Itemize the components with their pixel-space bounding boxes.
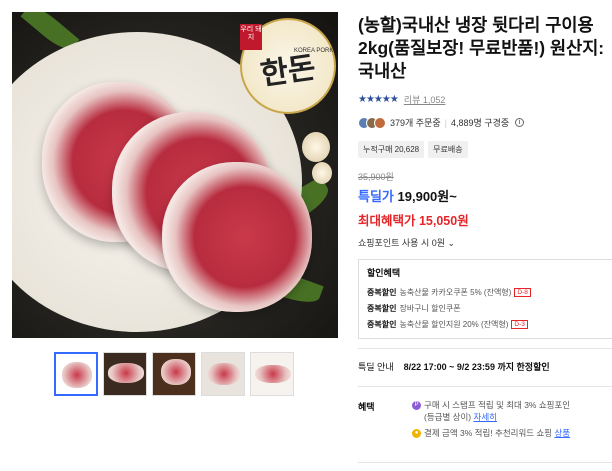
discount-text: 농축산물 할인지원 20% (잔액형) (399, 320, 509, 329)
discount-row: 중복할인 장바구니 할인쿠폰 (367, 303, 611, 314)
benefit-text: 구매 시 스탬프 적립 및 최대 3% 쇼핑포인 (424, 400, 571, 410)
chevron-down-icon: ⌄ (447, 238, 456, 248)
garlic (312, 162, 332, 184)
points-dropdown[interactable]: 쇼핑포인트 사용 시 0원 ⌄ (358, 236, 612, 249)
benefit-label: 혜택 (358, 402, 375, 412)
benefit-line: P 구매 시 스탬프 적립 및 최대 3% 쇼핑포인 (412, 399, 570, 411)
seal-tag: 우리 돼지 (240, 24, 262, 50)
thumbnail-strip (54, 352, 294, 396)
thumbnail-3[interactable] (152, 352, 196, 396)
rating-stars: ★★★★★ (358, 94, 399, 105)
dday-tag: D-3 (511, 320, 528, 329)
badge-row: 누적구매 20,628 무료배송 (358, 141, 612, 158)
cumulative-purchase-badge: 누적구매 20,628 (358, 141, 425, 158)
benefit-line: (등급별 상이) 자세히 (412, 411, 570, 423)
discount-key: 중복할인 (367, 288, 397, 297)
product-main-image: 우리 돼지 한돈 KOREA PORK (12, 12, 338, 338)
discount-row: 중복할인 농축산물 카카오쿠폰 5% (잔액형) D-8 (367, 287, 611, 298)
seal-subtext: KOREA PORK (294, 48, 334, 54)
benefit-text: 결제 금액 3% 적립! 추천리워드 쇼핑 (424, 428, 555, 438)
buyer-avatars (358, 116, 386, 129)
discount-key: 중복할인 (367, 320, 397, 329)
benefit-details: P 구매 시 스탬프 적립 및 최대 3% 쇼핑포인 (등급별 상이) 자세히 ●… (412, 399, 570, 439)
sale-price: 19,900원~ (397, 189, 457, 204)
reward-coin-icon: ● (412, 429, 421, 439)
discount-row: 중복할인 농축산물 할인지원 20% (잔액형) D-3 (367, 319, 611, 330)
benefit-line: ● 결제 금액 3% 적립! 추천리워드 쇼핑 상품 (412, 427, 570, 439)
points-label: 쇼핑포인트 사용 시 0원 (358, 238, 446, 248)
dday-tag: D-8 (514, 288, 531, 297)
product-info: (농할)국내산 냉장 뒷다리 구이용2kg(품질보장! 무료반품!) 원산지: … (358, 14, 612, 339)
product-title: (농할)국내산 냉장 뒷다리 구이용2kg(품질보장! 무료반품!) 원산지: … (358, 15, 605, 81)
sale-label: 특딜가 (358, 189, 394, 204)
stats-row: 379개 주문중 | 4,889명 구경중 i (358, 116, 612, 129)
deal-period: 8/22 17:00 ~ 9/2 23:59 까지 한정할인 (403, 362, 550, 372)
sale-price-row: 특딜가 19,900원~ (358, 186, 612, 205)
thumbnail-1[interactable] (54, 352, 98, 396)
free-shipping-badge: 무료배송 (428, 141, 468, 158)
best-price: 최대혜택가 15,050원 (358, 214, 469, 228)
divider (358, 386, 612, 387)
thumbnail-5[interactable] (250, 352, 294, 396)
discount-text: 농축산물 카카오쿠폰 5% (잔액형) (399, 288, 512, 297)
avatar (374, 116, 386, 129)
reward-link[interactable]: 상품 (554, 428, 570, 438)
discount-header: 할인혜택 (367, 268, 401, 278)
thumbnail-2[interactable] (103, 352, 147, 396)
divider (358, 462, 612, 463)
deal-info-row: 특딜 안내 8/22 17:00 ~ 9/2 23:59 까지 한정할인 (358, 360, 550, 373)
info-icon[interactable]: i (515, 118, 525, 127)
viewer-count: 4,889명 구경중 (450, 118, 510, 128)
original-price: 35,900원 (358, 172, 394, 182)
order-count: 379개 주문중 (390, 118, 441, 128)
discount-key: 중복할인 (367, 304, 397, 313)
detail-link[interactable]: 자세히 (474, 412, 497, 422)
rating-row: ★★★★★ 리뷰 1,052 (358, 93, 612, 106)
separator: | (444, 117, 447, 128)
garlic (302, 132, 330, 162)
pork-slice (162, 162, 312, 312)
discount-text: 장바구니 할인쿠폰 (399, 304, 461, 313)
benefit-text: (등급별 상이) (424, 412, 472, 422)
discount-box: 할인혜택 중복할인 농축산물 카카오쿠폰 5% (잔액형) D-8 중복할인 장… (358, 259, 612, 339)
review-link[interactable]: 리뷰 1,052 (404, 93, 446, 106)
thumbnail-4[interactable] (201, 352, 245, 396)
deal-label: 특딜 안내 (358, 362, 394, 372)
point-coin-icon: P (412, 401, 421, 411)
divider (358, 348, 612, 349)
